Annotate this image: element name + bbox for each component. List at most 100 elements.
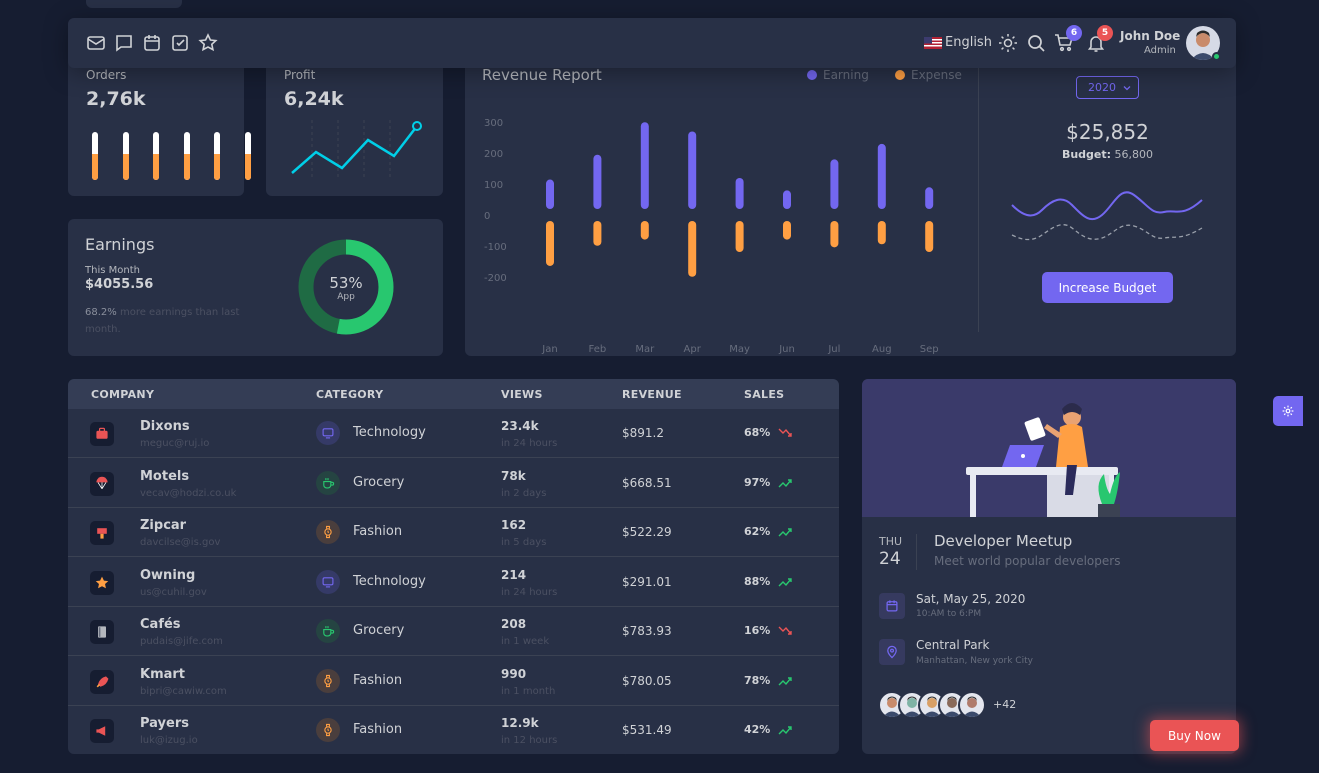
meetup-calendar-icon-box <box>879 593 905 619</box>
earning-bar <box>830 159 839 209</box>
user-name[interactable]: John Doe <box>1120 29 1180 43</box>
earnings-month-label: This Month <box>85 265 140 276</box>
trending-down-icon <box>778 622 792 641</box>
legend-earning-dot <box>807 70 817 80</box>
rocket-icon <box>90 669 114 694</box>
orders-bar-fill <box>244 153 251 180</box>
attendee-avatar[interactable] <box>958 691 986 719</box>
table-row[interactable]: Motels vecav@hodzi.co.uk Grocery 78k in 2 da… <box>68 459 839 508</box>
x-tick-label: Aug <box>872 344 892 355</box>
meetup-divider <box>916 534 917 570</box>
trending-up-icon <box>778 474 792 493</box>
customizer-toggle[interactable] <box>1273 396 1303 426</box>
company-table: COMPANY CATEGORY VIEWS REVENUE SALES Dix… <box>68 379 839 754</box>
monitor-icon <box>316 421 340 445</box>
meetup-day: THU <box>879 535 903 548</box>
expense-bar <box>783 221 791 240</box>
company-name: Zipcar <box>140 518 187 533</box>
revenue-divider <box>978 52 979 332</box>
expense-bar <box>593 221 602 246</box>
search-icon[interactable] <box>1026 33 1046 53</box>
sales-value: 88% <box>744 574 771 588</box>
sales-value: 68% <box>744 426 771 439</box>
watch-icon <box>316 668 340 693</box>
company-email: bipri@cawiw.com <box>140 685 227 697</box>
buy-now-button[interactable]: Buy Now <box>1150 720 1239 751</box>
user-role: Admin <box>1144 45 1176 56</box>
category-name: Fashion <box>353 722 403 737</box>
revenue-report-card: Revenue Report Earning Expense 300 200 100… <box>465 52 1236 356</box>
table-row[interactable]: Kmart bipri@cawiw.com Fashion 990 in 1 month… <box>68 657 839 706</box>
legend-earning-label: Earning <box>823 68 869 82</box>
views-period: in 24 hours <box>501 586 558 598</box>
briefcase-icon <box>90 422 114 446</box>
orders-bar-fill <box>122 153 129 180</box>
views-value: 214 <box>501 567 527 582</box>
earning-bar <box>877 143 886 209</box>
views-value: 23.4k <box>501 419 539 433</box>
chat-icon[interactable] <box>114 33 134 53</box>
navbar: English 6 5 John Doe Admin <box>68 18 1236 68</box>
earnings-note-pct: 68.2% <box>85 307 117 318</box>
year-select[interactable]: 2020 <box>1076 76 1139 99</box>
views-period: in 24 hours <box>501 438 558 449</box>
email-icon[interactable] <box>86 33 106 53</box>
expense-bar <box>877 221 886 245</box>
meetup-time: 10:AM to 6:PM <box>916 609 982 619</box>
orders-label: Orders <box>86 68 127 82</box>
orders-bar <box>183 132 190 180</box>
company-name: Kmart <box>140 666 186 682</box>
orders-bar <box>122 132 129 180</box>
orders-bar <box>92 132 98 180</box>
company-name: Motels <box>140 468 190 484</box>
orders-bar-chart <box>92 132 251 180</box>
increase-budget-button[interactable]: Increase Budget <box>1042 272 1173 303</box>
donut-percent: 53% <box>329 274 363 292</box>
company-name: Dixons <box>140 419 190 434</box>
table-row[interactable]: Dixons meguc@ruj.io Technology 23.4k in 24 h… <box>68 409 839 458</box>
earning-bar <box>783 190 791 209</box>
calendar-icon[interactable] <box>142 33 162 53</box>
meetup-title: Developer Meetup <box>934 532 1073 550</box>
earnings-amount: $4055.56 <box>85 277 154 292</box>
year-select-value: 2020 <box>1088 81 1116 94</box>
table-row[interactable]: Payers luk@izug.io Fashion 12.9k in 12 hours… <box>68 706 839 754</box>
attendee-avatars <box>878 691 1008 719</box>
attendee-more-count: +42 <box>993 698 1017 711</box>
th-sales: SALES <box>744 388 785 401</box>
megaphone-icon <box>90 719 114 743</box>
x-tick-label: Sep <box>920 344 939 355</box>
views-value: 208 <box>501 617 527 631</box>
table-row[interactable]: Owning us@cuhil.gov Technology 214 in 24 hou… <box>68 558 839 607</box>
chevron-down-icon <box>1123 86 1131 91</box>
profit-card: Profit 6,24k <box>266 52 443 196</box>
expense-bar <box>688 221 697 277</box>
y-tick-label: -200 <box>484 273 507 284</box>
legend-expense-dot <box>895 70 905 80</box>
revenue-value: $522.29 <box>622 525 672 539</box>
meetup-location-icon-box <box>879 639 905 665</box>
company-name: Payers <box>140 716 189 731</box>
watch-icon <box>316 520 340 544</box>
star-icon[interactable] <box>198 33 218 53</box>
category-name: Grocery <box>353 623 405 638</box>
table-row[interactable]: Cafés pudais@jife.com Grocery 208 in 1 week $… <box>68 607 839 656</box>
coffee-icon <box>316 619 340 643</box>
x-tick-label: Jul <box>827 344 840 355</box>
views-period: in 1 month <box>501 685 556 697</box>
earning-bar <box>640 122 649 209</box>
book-icon <box>90 620 114 644</box>
company-name: Owning <box>140 567 196 583</box>
sun-icon[interactable] <box>998 33 1018 53</box>
expense-bar <box>546 221 554 266</box>
category-name: Technology <box>353 573 426 589</box>
earnings-card: Earnings This Month $4055.56 68.2% more … <box>68 219 443 356</box>
earnings-title: Earnings <box>85 235 155 254</box>
meetup-illustration <box>862 379 1236 517</box>
table-row[interactable]: Zipcar davcilse@is.gov Fashion 162 in 5 days… <box>68 508 839 557</box>
company-email: luk@izug.io <box>140 735 198 746</box>
paint-roller-icon <box>90 521 114 545</box>
views-period: in 5 days <box>501 537 547 548</box>
checkbox-icon[interactable] <box>170 33 190 53</box>
watch-icon <box>316 718 340 742</box>
